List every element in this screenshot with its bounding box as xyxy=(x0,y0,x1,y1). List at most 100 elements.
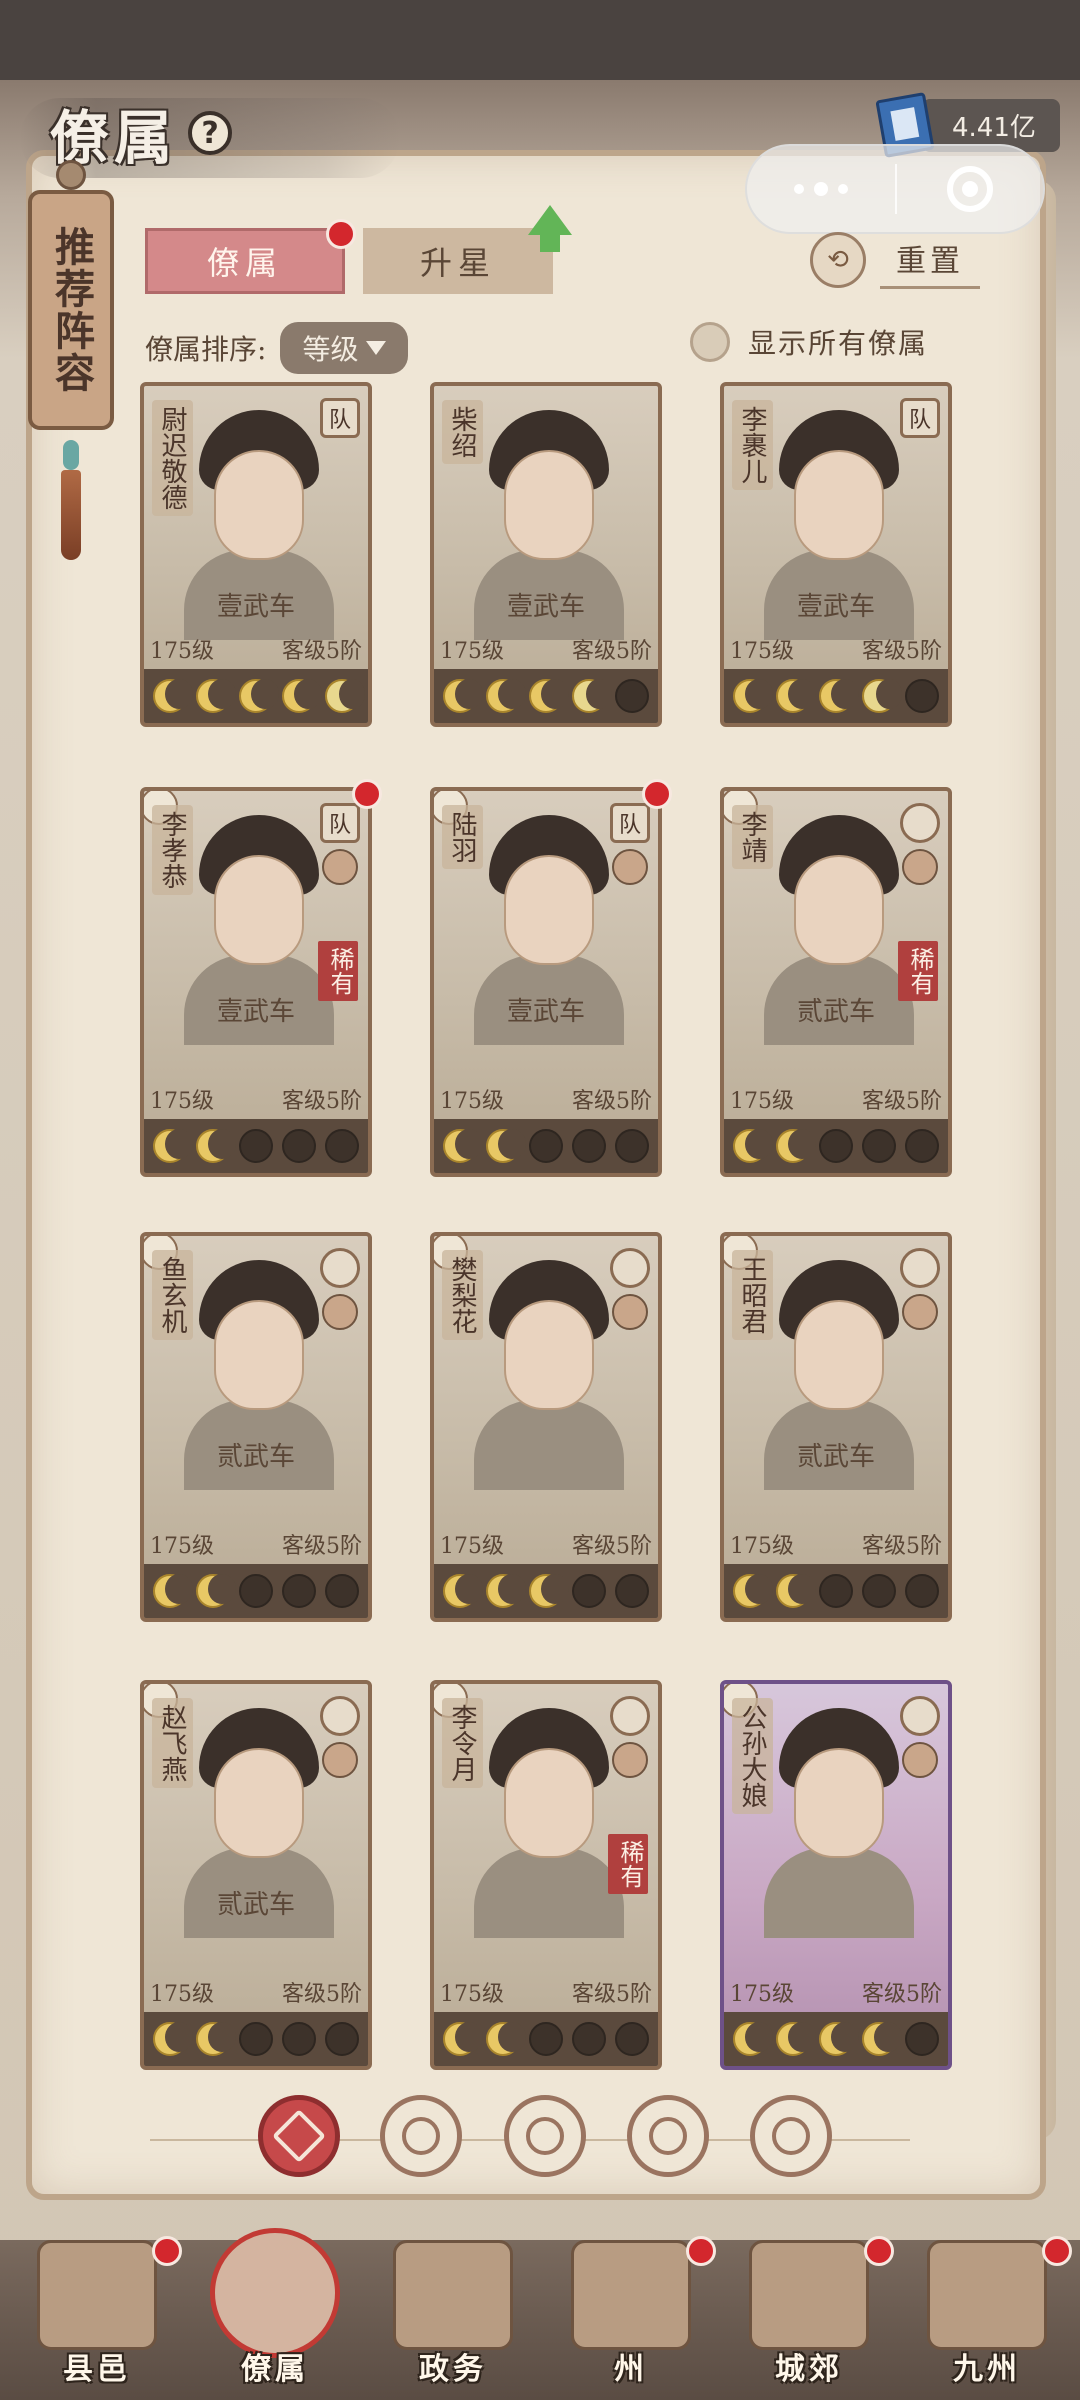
retainer-name: 鱼玄机 xyxy=(152,1250,193,1340)
show-all-toggle[interactable]: 显示所有僚属 xyxy=(690,322,928,362)
retainer-card[interactable]: 陆羽 队壹武车 175级 客级5阶 xyxy=(430,787,662,1177)
nav-art-icon xyxy=(210,2228,340,2358)
tab-retainers[interactable]: 僚属 xyxy=(145,219,356,294)
fan-filter-icon[interactable] xyxy=(627,2095,709,2177)
retainer-name: 公孙大娘 xyxy=(732,1698,773,1814)
portrait-image xyxy=(474,1708,624,1938)
nav-item[interactable]: 城郊 xyxy=(724,2236,894,2400)
style-label: 壹武车 xyxy=(506,592,585,622)
retainer-card[interactable]: 李裹儿 队壹武车 175级 客级5阶 xyxy=(720,382,952,727)
gourd-filter-icon[interactable] xyxy=(504,2095,586,2177)
style-label: 壹武车 xyxy=(506,997,585,1027)
notification-dot xyxy=(152,2236,182,2266)
card-info: 175级 客级5阶 xyxy=(724,633,948,665)
moon-icon xyxy=(775,1129,816,1163)
notification-dot xyxy=(864,2236,894,2266)
card-info: 175级 客级5阶 xyxy=(434,1976,658,2008)
rank-text: 客级5阶 xyxy=(572,639,652,664)
more-icon[interactable] xyxy=(747,182,895,196)
retainer-card[interactable]: 鱼玄机 贰武车 175级 客级5阶 xyxy=(140,1232,372,1622)
moon-icon xyxy=(905,679,940,713)
moon-icon xyxy=(195,2022,236,2056)
rank-text: 客级5阶 xyxy=(282,1089,362,1114)
notification-dot xyxy=(642,779,672,809)
reset-icon: ⟲ xyxy=(810,231,866,288)
beast-filter-icon[interactable] xyxy=(750,2095,832,2177)
tassel-bead xyxy=(63,440,79,470)
tab-bar: 僚属 升星 xyxy=(145,219,553,294)
level-text: 175级 xyxy=(440,639,504,664)
nav-art-icon xyxy=(37,2240,157,2350)
nav-art-icon xyxy=(393,2240,513,2350)
close-target-icon[interactable] xyxy=(897,166,1043,212)
moon-icon xyxy=(905,1129,940,1163)
notification-dot xyxy=(686,2236,716,2266)
show-all-radio[interactable] xyxy=(690,322,730,362)
moon-icon xyxy=(862,2022,903,2056)
nav-item[interactable]: 政务 xyxy=(368,2240,538,2400)
moon-icon xyxy=(238,1574,273,1608)
bottom-nav: 县邑 僚属 政务 州 城郊 九州 xyxy=(0,2228,1080,2400)
retainer-name: 李靖 xyxy=(732,805,773,869)
retainer-name: 李令月 xyxy=(442,1698,483,1788)
recommend-label: 推荐阵容 xyxy=(48,226,95,394)
nav-label: 州 xyxy=(614,2352,648,2387)
helmet-filter-icon[interactable] xyxy=(380,2095,462,2177)
partner-avatar xyxy=(322,1294,358,1330)
moon-icon xyxy=(732,679,773,713)
retainer-card[interactable]: 李孝恭队稀有 壹武车 175级 客级5阶 xyxy=(140,787,372,1177)
card-info: 175级 客级5阶 xyxy=(434,1528,658,1560)
filter-glyph xyxy=(402,2117,440,2155)
retainer-card[interactable]: 柴绍 壹武车 175级 客级5阶 xyxy=(430,382,662,727)
chevron-down-icon xyxy=(366,341,387,355)
moon-icon xyxy=(615,1574,650,1608)
nav-item[interactable]: 僚属 xyxy=(190,2228,360,2400)
retainer-card[interactable]: 李靖 稀有 贰武车 175级 客级5阶 xyxy=(720,787,952,1177)
retainer-card[interactable]: 李令月 稀有 175级 客级5阶 xyxy=(430,1680,662,2070)
partner-avatar xyxy=(612,1742,648,1778)
retainer-card[interactable]: 尉迟敬德 队壹武车 175级 客级5阶 xyxy=(140,382,372,727)
retainer-card[interactable]: 王昭君 贰武车 175级 客级5阶 xyxy=(720,1232,952,1622)
star-moons xyxy=(144,669,368,723)
moon-icon xyxy=(442,2022,483,2056)
style-label: 贰武车 xyxy=(796,997,875,1027)
moon-icon xyxy=(775,679,816,713)
rank-text: 客级5阶 xyxy=(572,1534,652,1559)
moon-icon xyxy=(615,1129,650,1163)
upgrade-arrow-stem xyxy=(540,232,560,252)
upgrade-arrow-icon xyxy=(528,205,572,235)
card-info: 175级 客级5阶 xyxy=(724,1528,948,1560)
moon-icon xyxy=(528,1574,569,1608)
moon-icon xyxy=(152,1129,193,1163)
miniprogram-capsule xyxy=(745,144,1045,234)
recommend-lineup-tag[interactable]: 推荐阵容 xyxy=(28,160,114,560)
tab-star-up[interactable]: 升星 xyxy=(363,228,553,294)
retainer-card[interactable]: 公孙大娘 175级 客级5阶 xyxy=(720,1680,952,2070)
moon-icon xyxy=(528,679,569,713)
faction-icon xyxy=(320,1696,360,1736)
moon-icon xyxy=(282,1574,317,1608)
notification-dot xyxy=(1042,2236,1072,2266)
sort-dropdown[interactable]: 等级 xyxy=(280,322,409,374)
reset-button[interactable]: 重置 xyxy=(880,230,980,289)
nav-item[interactable]: 县邑 xyxy=(12,2236,182,2400)
reset-control[interactable]: ⟲ 重置 xyxy=(810,230,980,289)
nav-item[interactable]: 州 xyxy=(546,2236,716,2400)
retainer-card[interactable]: 樊梨花 175级 客级5阶 xyxy=(430,1232,662,1622)
retainer-name: 李裹儿 xyxy=(732,400,773,490)
moon-icon xyxy=(818,679,859,713)
style-label: 贰武车 xyxy=(796,1442,875,1472)
retainer-card[interactable]: 赵飞燕 贰武车 175级 客级5阶 xyxy=(140,1680,372,2070)
show-all-label: 显示所有僚属 xyxy=(748,327,929,360)
moon-icon xyxy=(818,1129,853,1163)
retainer-grid: 公孙大娘 175级 客级5阶 李令月 稀有 175级 客级5阶 赵飞燕 贰武车 175级 客级5阶王… xyxy=(140,382,960,2082)
all-filter-icon[interactable] xyxy=(258,2095,340,2177)
moon-icon xyxy=(282,1129,317,1163)
sort-row: 僚属排序: 等级 xyxy=(145,322,409,374)
portrait-image xyxy=(474,1260,624,1490)
team-badge: 队 xyxy=(320,398,360,438)
tag-knot xyxy=(56,160,86,190)
nav-item[interactable]: 九州 xyxy=(902,2236,1072,2400)
help-icon[interactable]: ? xyxy=(188,111,233,155)
filter-glyph xyxy=(526,2117,564,2155)
